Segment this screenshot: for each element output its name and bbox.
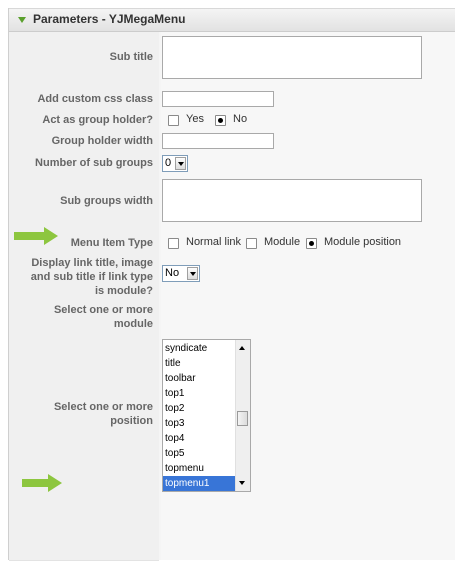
- num-sub-groups-label: Number of sub groups: [35, 157, 153, 169]
- list-item[interactable]: title: [163, 356, 235, 371]
- scroll-up-icon[interactable]: [239, 346, 245, 350]
- group-holder-width-label: Group holder width: [51, 135, 153, 147]
- css-class-label: Add custom css class: [37, 93, 153, 105]
- sub-groups-width-textarea[interactable]: [162, 179, 422, 222]
- group-holder-label: Act as group holder?: [42, 114, 153, 126]
- display-link-label: Display link title, image and sub title …: [30, 257, 153, 297]
- group-holder-no-label: No: [233, 113, 248, 125]
- display-link-value: No: [165, 267, 180, 279]
- menu-item-type-label: Menu Item Type: [70, 237, 153, 249]
- green-arrow-icon: [22, 474, 62, 492]
- panel-header[interactable]: Parameters - YJMegaMenu: [9, 8, 455, 32]
- position-listbox[interactable]: syndicate title toolbar top1 top2 top3 t…: [162, 339, 251, 492]
- green-arrow-icon: [14, 227, 58, 245]
- row-select-module: Select one or more module: [9, 298, 455, 337]
- row-num-sub-groups: Number of sub groups 0: [9, 152, 455, 175]
- row-sub-groups-width: Sub groups width: [9, 174, 455, 233]
- menu-type-normal-link-label: Normal link: [186, 236, 242, 248]
- select-position-label: Select one or more position: [53, 401, 153, 427]
- row-sub-title: Sub title: [9, 32, 455, 89]
- group-holder-width-input[interactable]: [162, 133, 274, 149]
- chevron-down-icon[interactable]: [187, 267, 198, 280]
- css-class-input[interactable]: [162, 91, 274, 107]
- row-group-holder: Act as group holder? Yes No: [9, 110, 455, 131]
- list-item[interactable]: top5: [163, 446, 235, 461]
- list-item[interactable]: toolbar: [163, 371, 235, 386]
- row-css-class: Add custom css class: [9, 88, 455, 111]
- list-item[interactable]: top4: [163, 431, 235, 446]
- menu-type-normal-link-radio[interactable]: [168, 238, 179, 249]
- menu-type-module-position-label: Module position: [324, 236, 402, 248]
- scroll-thumb[interactable]: [237, 411, 248, 426]
- num-sub-groups-select[interactable]: 0: [162, 155, 188, 172]
- row-group-holder-width: Group holder width: [9, 130, 455, 153]
- list-item[interactable]: topmenu: [163, 461, 235, 476]
- sub-title-label: Sub title: [109, 51, 153, 63]
- group-holder-yes-label: Yes: [186, 113, 204, 125]
- num-sub-groups-value: 0: [165, 157, 172, 169]
- menu-type-module-label: Module: [264, 236, 301, 248]
- group-holder-yes-radio[interactable]: [168, 115, 179, 126]
- row-menu-item-type: Menu Item Type Normal link Module Module…: [9, 232, 455, 255]
- panel-title: Parameters - YJMegaMenu: [33, 12, 186, 26]
- menu-type-module-position-radio[interactable]: [306, 238, 317, 249]
- listbox-scrollbar[interactable]: [235, 340, 250, 491]
- list-item[interactable]: top3: [163, 416, 235, 431]
- sub-groups-width-label: Sub groups width: [60, 195, 153, 207]
- list-item[interactable]: top2: [163, 401, 235, 416]
- list-item[interactable]: syndicate: [163, 341, 235, 356]
- list-item-selected[interactable]: topmenu1: [163, 476, 235, 491]
- chevron-down-icon[interactable]: [175, 157, 186, 170]
- triangle-down-icon[interactable]: [18, 17, 26, 23]
- list-item[interactable]: top1: [163, 386, 235, 401]
- scroll-down-icon[interactable]: [239, 481, 245, 485]
- group-holder-no-radio[interactable]: [215, 115, 226, 126]
- display-link-select[interactable]: No: [162, 265, 200, 282]
- menu-type-module-radio[interactable]: [246, 238, 257, 249]
- select-module-label: Select one or more module: [53, 304, 153, 330]
- sub-title-textarea[interactable]: [162, 36, 422, 79]
- parameters-panel: Parameters - YJMegaMenu Sub title Add cu…: [8, 8, 455, 561]
- row-display-link: Display link title, image and sub title …: [9, 254, 455, 299]
